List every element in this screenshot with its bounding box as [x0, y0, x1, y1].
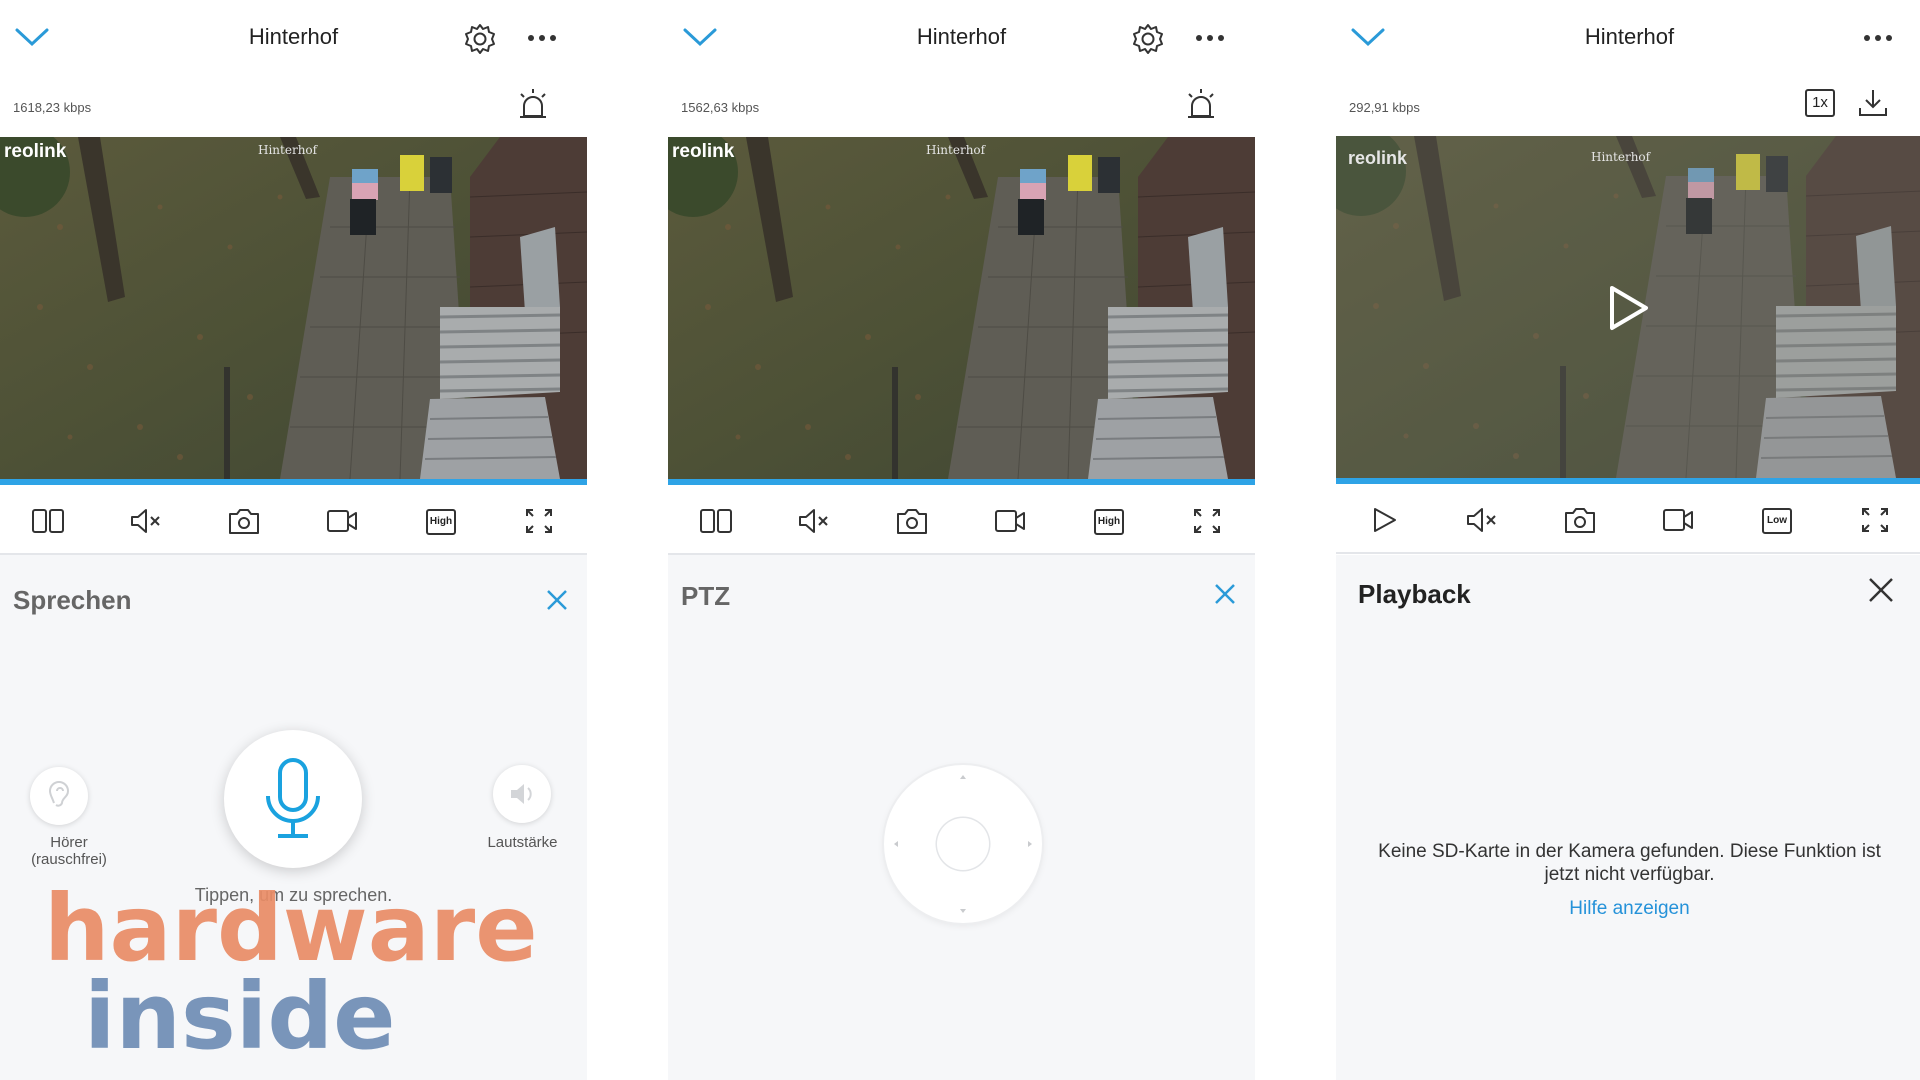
microphone-icon — [266, 758, 320, 838]
sheet-title: Playback — [1358, 579, 1471, 609]
top-bar: Hinterhof — [0, 0, 587, 78]
top-bar: Hinterhof — [668, 0, 1255, 78]
logo-line2: inside — [84, 963, 396, 1060]
alarm-icon[interactable] — [515, 86, 551, 122]
earpiece-label-line1: Hörer — [50, 834, 88, 851]
panel-talk: Hinterhof 1618,23 kbps reolink Hinterhof… — [0, 0, 587, 1080]
snapshot-icon[interactable] — [894, 505, 930, 537]
snapshot-icon[interactable] — [1562, 504, 1598, 536]
playback-speed-button[interactable]: 1x — [1802, 86, 1838, 120]
earpiece-label-line2: (rauschfrei) — [31, 851, 107, 868]
fullscreen-icon[interactable] — [1189, 505, 1225, 537]
camera-name-overlay: Hinterhof — [926, 143, 986, 157]
sheet-title: Sprechen — [13, 585, 132, 615]
alarm-icon[interactable] — [1183, 86, 1219, 122]
help-link[interactable]: Hilfe anzeigen — [1336, 898, 1920, 920]
control-bar: High — [668, 485, 1255, 555]
play-overlay-icon[interactable] — [1606, 284, 1650, 332]
more-icon[interactable] — [1192, 24, 1228, 52]
bitrate-readout: 1618,23 kbps — [13, 100, 92, 115]
ptz-joystick[interactable] — [884, 765, 1042, 923]
volume-button[interactable] — [493, 765, 551, 823]
split-view-icon[interactable] — [30, 505, 66, 537]
camera-name-overlay: Hinterhof — [1591, 150, 1651, 164]
ear-icon — [48, 781, 70, 807]
quality-label: High — [1094, 509, 1124, 535]
fullscreen-icon[interactable] — [1857, 504, 1893, 536]
hardware-inside-logo: hardware inside — [44, 880, 538, 1060]
panel-playback: Hinterhof 292,91 kbps 1x reolink Hinterh… — [1336, 0, 1920, 1080]
sheet-title: PTZ — [681, 581, 731, 611]
record-icon[interactable] — [324, 505, 360, 537]
no-sd-card-message: Keine SD-Karte in der Kamera gefunden. D… — [1378, 841, 1881, 885]
split-view-icon[interactable] — [698, 505, 734, 537]
page-title: Hinterhof — [248, 24, 339, 49]
mute-icon[interactable] — [796, 505, 832, 537]
close-icon[interactable] — [1210, 579, 1240, 609]
more-icon[interactable] — [1860, 24, 1896, 52]
brand-overlay: reolink — [4, 141, 67, 162]
snapshot-icon[interactable] — [226, 505, 262, 537]
quality-icon[interactable]: Low — [1758, 504, 1794, 536]
control-bar: High — [0, 485, 587, 555]
page-title: Hinterhof — [916, 24, 1007, 49]
play-icon[interactable] — [1366, 504, 1402, 536]
playback-sheet: Playback Keine SD-Karte in der Kamera ge… — [1336, 555, 1920, 1080]
camera-name-overlay: Hinterhof — [258, 143, 318, 157]
volume-label: Lautstärke — [487, 834, 558, 851]
record-icon[interactable] — [1660, 504, 1696, 536]
bitrate-readout: 292,91 kbps — [1349, 100, 1420, 115]
brand-overlay: reolink — [1348, 148, 1408, 168]
camera-image — [668, 137, 1255, 479]
camera-image — [0, 137, 587, 479]
speed-label: 1x — [1805, 89, 1835, 117]
ptz-sheet: PTZ — [668, 555, 1255, 1080]
gear-icon[interactable] — [1131, 22, 1165, 56]
close-icon[interactable] — [1866, 575, 1896, 605]
ptz-center-button[interactable] — [937, 818, 989, 870]
close-icon[interactable] — [542, 585, 572, 615]
quality-icon[interactable]: High — [1090, 505, 1126, 537]
control-bar: Low — [1336, 484, 1920, 554]
quality-label: High — [426, 509, 456, 535]
more-icon[interactable] — [524, 24, 560, 52]
camera-playback-view[interactable]: reolink Hinterhof — [1336, 136, 1920, 478]
earpiece-label: Hörer (rauschfrei) — [14, 834, 124, 868]
download-icon[interactable] — [1856, 86, 1890, 120]
quality-icon[interactable]: High — [422, 505, 458, 537]
quality-label: Low — [1762, 508, 1792, 534]
talk-sheet: Sprechen Hörer (rauschfrei) Lautstärke T… — [0, 555, 587, 1080]
bitrate-readout: 1562,63 kbps — [681, 100, 760, 115]
mute-icon[interactable] — [1464, 504, 1500, 536]
volume-icon — [511, 784, 532, 804]
fullscreen-icon[interactable] — [521, 505, 557, 537]
talk-button[interactable] — [224, 730, 362, 868]
camera-live-view[interactable]: reolink Hinterhof — [668, 137, 1255, 479]
gear-icon[interactable] — [463, 22, 497, 56]
record-icon[interactable] — [992, 505, 1028, 537]
top-bar: Hinterhof — [1336, 0, 1920, 78]
brand-overlay: reolink — [672, 141, 735, 162]
panel-ptz: Hinterhof 1562,63 kbps reolink Hinterhof… — [668, 0, 1255, 1080]
page-title: Hinterhof — [1584, 24, 1675, 49]
camera-live-view[interactable]: reolink Hinterhof — [0, 137, 587, 479]
mute-icon[interactable] — [128, 505, 164, 537]
earpiece-button[interactable] — [30, 767, 88, 825]
